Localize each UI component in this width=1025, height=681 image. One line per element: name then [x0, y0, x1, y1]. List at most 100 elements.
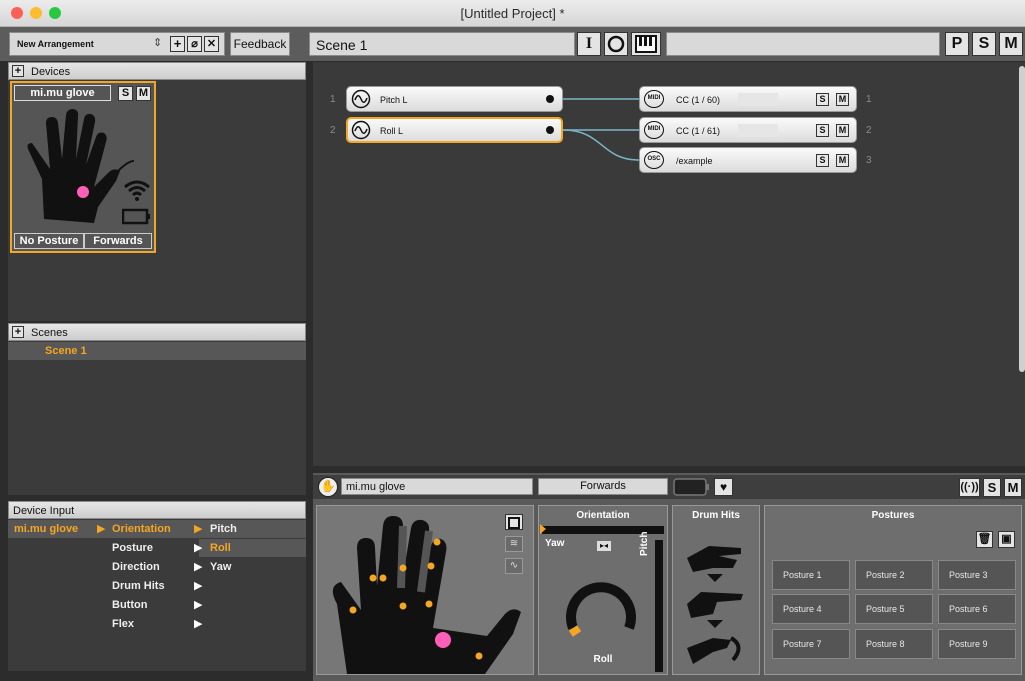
scenes-header: + Scenes — [8, 323, 306, 341]
yaw-indicator — [540, 524, 546, 534]
output-node-midi-1[interactable]: MIDI CC (1 / 60) S M — [639, 86, 857, 112]
glove-visual: ≋ ∿ — [316, 505, 534, 675]
record-toggle-button[interactable] — [505, 514, 523, 530]
input-label: Pitch L — [380, 95, 408, 105]
pulse-icon[interactable]: ∿ — [505, 558, 523, 574]
scene-list-label: Scene 1 — [45, 345, 87, 357]
vibration-icon[interactable]: ≋ — [505, 536, 523, 552]
arrangement-select[interactable]: New Arrangement ⇕ + ⌀ ✕ — [9, 32, 225, 56]
posture-9-button[interactable]: Posture 9 — [938, 629, 1016, 659]
posture-6-button[interactable]: Posture 6 — [938, 594, 1016, 624]
input-node-pitch-l[interactable]: Pitch L — [346, 86, 563, 112]
add-scene-button[interactable]: + — [12, 326, 24, 338]
posture-3-button[interactable]: Posture 3 — [938, 560, 1016, 590]
save-icon[interactable]: ▣ — [998, 531, 1015, 548]
mute-all-button[interactable]: M — [999, 32, 1023, 56]
chevron-right-icon: ▶ — [194, 618, 203, 630]
feedback-button[interactable]: Feedback — [230, 32, 290, 56]
device-solo-button[interactable]: S — [118, 86, 133, 101]
device-name[interactable]: mi.mu glove — [14, 85, 111, 101]
chevron-right-icon: ▶ — [194, 561, 203, 573]
yaw-label: Yaw — [545, 538, 565, 549]
output-solo-button[interactable]: S — [816, 124, 829, 137]
input-node-roll-l[interactable]: Roll L — [346, 117, 563, 143]
output-mute-button[interactable]: M — [836, 93, 849, 106]
output-node-midi-2[interactable]: MIDI CC (1 / 61) S M — [639, 117, 857, 143]
chevron-right-icon: ▶ — [194, 580, 203, 592]
glove-name: mi.mu glove — [346, 481, 406, 493]
output-node-osc-3[interactable]: OSC /example S M — [639, 147, 857, 173]
output-value-bar — [738, 93, 778, 106]
postures-panel: Postures 🗑 ▣ Posture 1 Posture 2 Posture… — [764, 505, 1022, 675]
sine-wave-icon — [351, 89, 371, 109]
scene-list-item[interactable]: Scene 1 — [8, 342, 306, 360]
scene-name-field[interactable]: Scene 1 — [309, 32, 575, 56]
center-icon[interactable]: ▸◂ — [597, 541, 611, 551]
chevron-right-icon: ▶ — [194, 523, 203, 535]
device-input-panel: Device Input mi.mu glove ▶ Orientation P… — [8, 501, 306, 671]
output-solo-button[interactable]: S — [816, 154, 829, 167]
p-button[interactable]: P — [945, 32, 969, 56]
roll-label: Roll — [593, 654, 613, 665]
drum-hits-panel: Drum Hits — [672, 505, 760, 675]
postures-title: Postures — [871, 510, 915, 521]
posture-1-button[interactable]: Posture 1 — [772, 560, 850, 590]
glove-mute-button[interactable]: M — [1004, 478, 1022, 497]
category-drum-hits[interactable]: Drum Hits — [112, 580, 165, 592]
sub-item-yaw[interactable]: Yaw — [210, 561, 231, 573]
output-port[interactable] — [546, 126, 554, 134]
midi-icon: MIDI — [644, 90, 664, 108]
wifi-icon[interactable]: ((·)) — [959, 478, 980, 497]
delete-button[interactable]: ✕ — [204, 36, 219, 52]
output-value-bar — [738, 124, 778, 137]
glove-detail-panel: ✋ mi.mu glove Forwards ♥ ((·)) S M ≋ ∿ O… — [313, 473, 1025, 681]
duplicate-icon[interactable]: ⌀ — [187, 36, 202, 52]
output-mute-button[interactable]: M — [836, 154, 849, 167]
drum-hits-title: Drum Hits — [692, 510, 740, 521]
device-card[interactable]: mi.mu glove S M No Posture Forwards — [10, 81, 156, 253]
category-flex[interactable]: Flex — [112, 618, 134, 630]
solo-all-button[interactable]: S — [972, 32, 996, 56]
output-port[interactable] — [546, 95, 554, 103]
posture-7-button[interactable]: Posture 7 — [772, 629, 850, 659]
heart-icon[interactable]: ♥ — [714, 478, 733, 496]
category-direction[interactable]: Direction — [112, 561, 160, 573]
device-mute-button[interactable]: M — [136, 86, 151, 101]
add-device-button[interactable]: + — [12, 65, 24, 77]
glove-position-dot — [77, 186, 89, 198]
output-label: CC (1 / 60) — [676, 95, 721, 105]
orientation-title: Orientation — [576, 510, 630, 521]
output-solo-button[interactable]: S — [816, 93, 829, 106]
midi-icon: MIDI — [644, 121, 664, 139]
device-input-title: Device Input — [13, 505, 75, 517]
output-mute-button[interactable]: M — [836, 124, 849, 137]
devices-title: Devices — [31, 66, 71, 78]
input-label: Roll L — [380, 126, 404, 136]
posture-5-button[interactable]: Posture 5 — [855, 594, 933, 624]
stepper-icon[interactable]: ⇕ — [153, 36, 162, 49]
record-button[interactable] — [604, 32, 628, 56]
glove-solo-button[interactable]: S — [983, 478, 1001, 497]
glove-panel-header: ✋ mi.mu glove Forwards ♥ ((·)) S M — [313, 475, 1025, 499]
add-button[interactable]: + — [170, 36, 185, 52]
trash-icon[interactable]: 🗑 — [976, 531, 993, 548]
output-row-number: 1 — [866, 94, 872, 105]
posture-4-button[interactable]: Posture 4 — [772, 594, 850, 624]
input-button[interactable]: I — [577, 32, 601, 56]
output-row-number: 2 — [866, 125, 872, 136]
posture-2-button[interactable]: Posture 2 — [855, 560, 933, 590]
scene-name: Scene 1 — [316, 37, 368, 53]
direction-status: Forwards — [84, 233, 152, 249]
device-input-device[interactable]: mi.mu glove — [14, 523, 78, 535]
routing-canvas[interactable]: 1 Pitch L 2 Roll L MIDI CC (1 / 60) S M … — [313, 62, 1025, 466]
keyboard-button[interactable] — [631, 32, 661, 56]
category-posture[interactable]: Posture — [112, 542, 153, 554]
sub-item-pitch[interactable]: Pitch — [210, 523, 237, 535]
category-button[interactable]: Button — [112, 599, 147, 611]
glove-name-field[interactable]: mi.mu glove — [341, 478, 533, 495]
posture-8-button[interactable]: Posture 8 — [855, 629, 933, 659]
category-orientation[interactable]: Orientation — [112, 523, 171, 535]
window-title: [Untitled Project] * — [460, 6, 565, 21]
circle-icon — [607, 35, 625, 53]
sub-item-roll[interactable]: Roll — [210, 542, 231, 554]
